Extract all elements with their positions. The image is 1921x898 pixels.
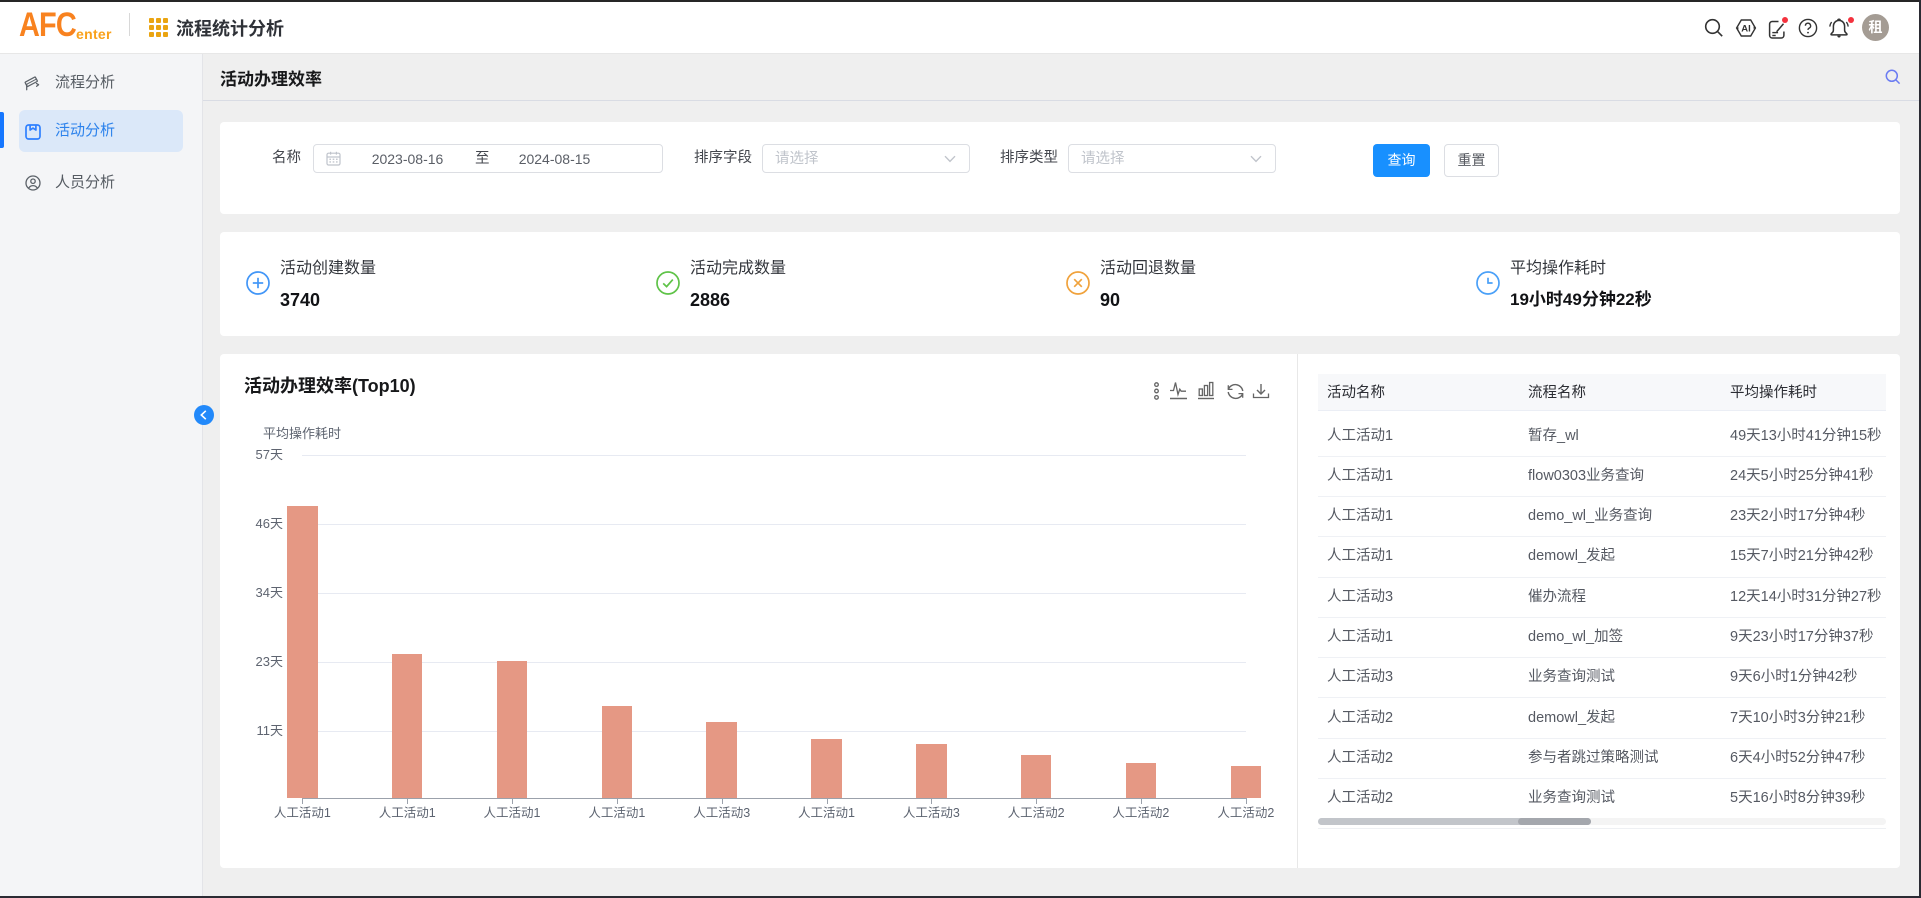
svg-text:AI: AI xyxy=(1741,23,1751,34)
